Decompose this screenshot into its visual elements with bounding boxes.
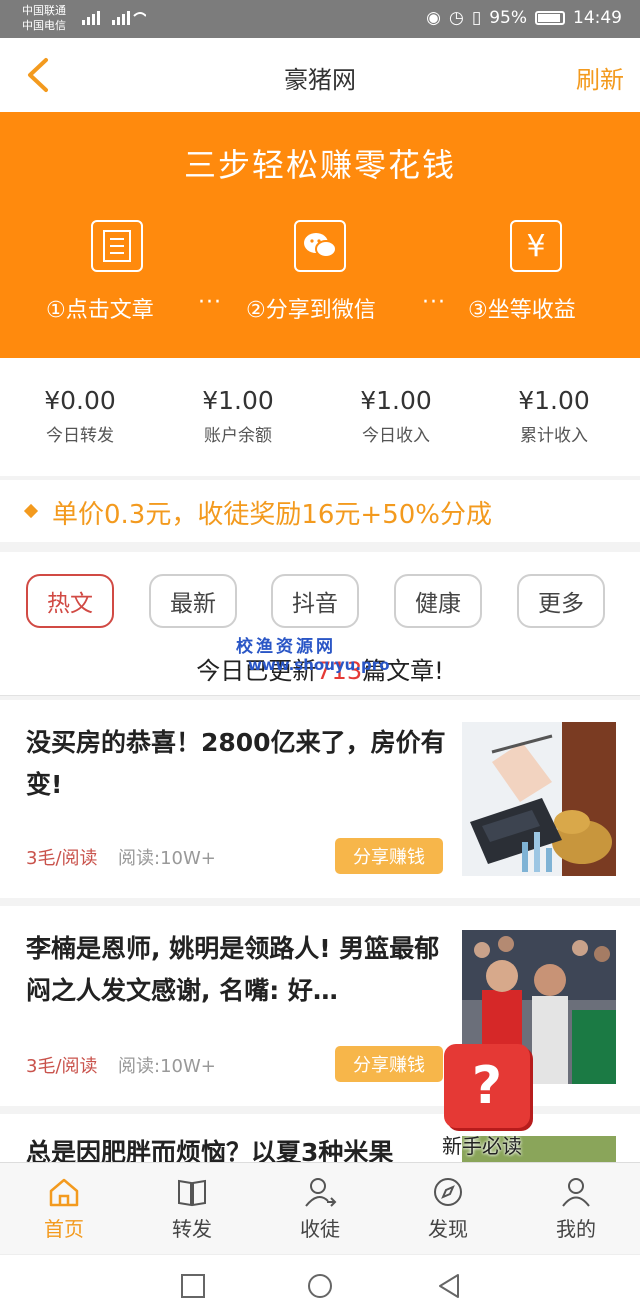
share-earn-button[interactable]: 分享赚钱: [335, 1046, 443, 1082]
step-dots-2: ···: [422, 290, 446, 315]
battery-icon: [535, 11, 565, 25]
tabbar-home[interactable]: 首页: [0, 1175, 128, 1242]
tab-health[interactable]: 健康: [394, 574, 482, 628]
help-label[interactable]: 新手必读: [442, 1130, 522, 1159]
promo-text: 单价0.3元，收徒奖励16元+50%分成: [52, 500, 493, 530]
home-circle-icon[interactable]: [305, 1271, 335, 1301]
article-thumbnail[interactable]: [462, 722, 616, 876]
watermark-url: www.shouyu.pro: [248, 656, 390, 674]
nav-bar: 豪猪网 刷新: [0, 38, 640, 112]
stat-label: 累计收入: [520, 426, 588, 446]
diamond-icon: [23, 503, 39, 519]
user-add-icon: [305, 1178, 337, 1207]
system-navigation-bar: [0, 1254, 640, 1316]
article-title[interactable]: 没买房的恭喜！2800亿来了，房价有变!: [26, 722, 446, 806]
stat-value: ¥0.00: [44, 386, 116, 415]
vibrate-icon: ▯: [471, 8, 482, 28]
stat-today-income: ¥1.00 今日收入: [316, 386, 476, 446]
back-triangle-icon[interactable]: [434, 1271, 464, 1301]
question-icon: ?: [471, 1056, 503, 1116]
page-title: 豪猪网: [284, 66, 356, 94]
compass-icon: [434, 1178, 462, 1206]
signal-icon: [82, 8, 147, 30]
tabbar-label: 转发: [172, 1217, 212, 1241]
eye-icon: ◉: [426, 8, 441, 28]
bottom-tab-bar: 首页 转发 收徒 发现 我的: [0, 1162, 640, 1254]
step-dots-1: ···: [198, 290, 222, 315]
refresh-button[interactable]: 刷新: [576, 60, 624, 95]
battery-percent: 95%: [489, 8, 527, 28]
stat-value: ¥1.00: [202, 386, 274, 415]
article-card[interactable]: 李楠是恩师, 姚明是领路人! 男篮最郁闷之人发文感谢, 名嘴: 好… 3毛/阅读…: [0, 906, 640, 1106]
article-card[interactable]: 总是因肥胖而烦恼？以夏3种米果: [0, 1114, 640, 1162]
tabbar-mine[interactable]: 我的: [512, 1175, 640, 1242]
stat-balance: ¥1.00 账户余额: [158, 386, 318, 446]
alarm-icon: ◷: [449, 8, 464, 28]
share-earn-button[interactable]: 分享赚钱: [335, 838, 443, 874]
yuan-icon: ¥: [510, 220, 562, 272]
step-label-2: ②分享到微信: [246, 298, 376, 323]
article-title[interactable]: 总是因肥胖而烦恼？以夏3种米果: [26, 1132, 446, 1162]
stat-today-forward: ¥0.00 今日转发: [0, 386, 160, 446]
tab-douyin[interactable]: 抖音: [271, 574, 359, 628]
status-right: ◉ ◷ ▯ 95% 14:49: [426, 8, 622, 28]
article-reads: 阅读:10W+: [118, 1056, 216, 1077]
tabbar-label: 我的: [556, 1217, 596, 1241]
earnings-stats: ¥0.00 今日转发 ¥1.00 账户余额 ¥1.00 今日收入 ¥1.00 累…: [0, 358, 640, 476]
article-reads: 阅读:10W+: [118, 848, 216, 869]
status-bar: 中国联通 中国电信 ◉ ◷ ▯ 95% 14:49: [0, 0, 640, 38]
recents-icon[interactable]: [178, 1271, 208, 1301]
promo-banner[interactable]: 单价0.3元，收徒奖励16元+50%分成: [0, 480, 640, 542]
article-card[interactable]: 没买房的恭喜！2800亿来了，房价有变! 3毛/阅读 阅读:10W+ 分享赚钱: [0, 700, 640, 898]
stat-total-income: ¥1.00 累计收入: [474, 386, 634, 446]
stat-label: 今日转发: [46, 426, 114, 446]
stat-value: ¥1.00: [360, 386, 432, 415]
book-icon: [178, 1179, 206, 1207]
clock: 14:49: [573, 8, 622, 28]
watermark-text: 校渔资源网: [236, 637, 336, 657]
tabbar-label: 首页: [44, 1217, 84, 1241]
stat-label: 今日收入: [362, 426, 430, 446]
earn-steps-banner: 三步轻松赚零花钱 ¥ ①点击文章 ··· ②分享到微信 ··· ③坐等收益: [0, 112, 640, 358]
step-label-1: ①点击文章: [46, 298, 154, 323]
article-list-icon: [91, 220, 143, 272]
article-title[interactable]: 李楠是恩师, 姚明是领路人! 男篮最郁闷之人发文感谢, 名嘴: 好…: [26, 928, 446, 1012]
tabbar-label: 收徒: [300, 1217, 340, 1241]
tabbar-label: 发现: [428, 1217, 468, 1241]
article-price: 3毛/阅读: [26, 1056, 98, 1077]
tab-hot[interactable]: 热文: [26, 574, 114, 628]
help-button[interactable]: ?: [444, 1044, 530, 1128]
stat-label: 账户余额: [204, 426, 272, 446]
tabbar-forward[interactable]: 转发: [128, 1175, 256, 1242]
article-price: 3毛/阅读: [26, 848, 98, 869]
tab-latest[interactable]: 最新: [149, 574, 237, 628]
tab-more[interactable]: 更多: [517, 574, 605, 628]
carrier-1: 中国联通: [22, 4, 66, 17]
home-icon: [49, 1178, 79, 1207]
tabbar-recruit[interactable]: 收徒: [256, 1175, 384, 1242]
carrier-labels: 中国联通 中国电信: [22, 3, 66, 33]
profile-icon: [562, 1178, 590, 1207]
stat-value: ¥1.00: [518, 386, 590, 415]
carrier-2: 中国电信: [22, 19, 66, 32]
step-label-3: ③坐等收益: [468, 298, 576, 323]
banner-title: 三步轻松赚零花钱: [183, 146, 456, 184]
tabbar-discover[interactable]: 发现: [384, 1175, 512, 1242]
wechat-icon: [294, 220, 346, 272]
